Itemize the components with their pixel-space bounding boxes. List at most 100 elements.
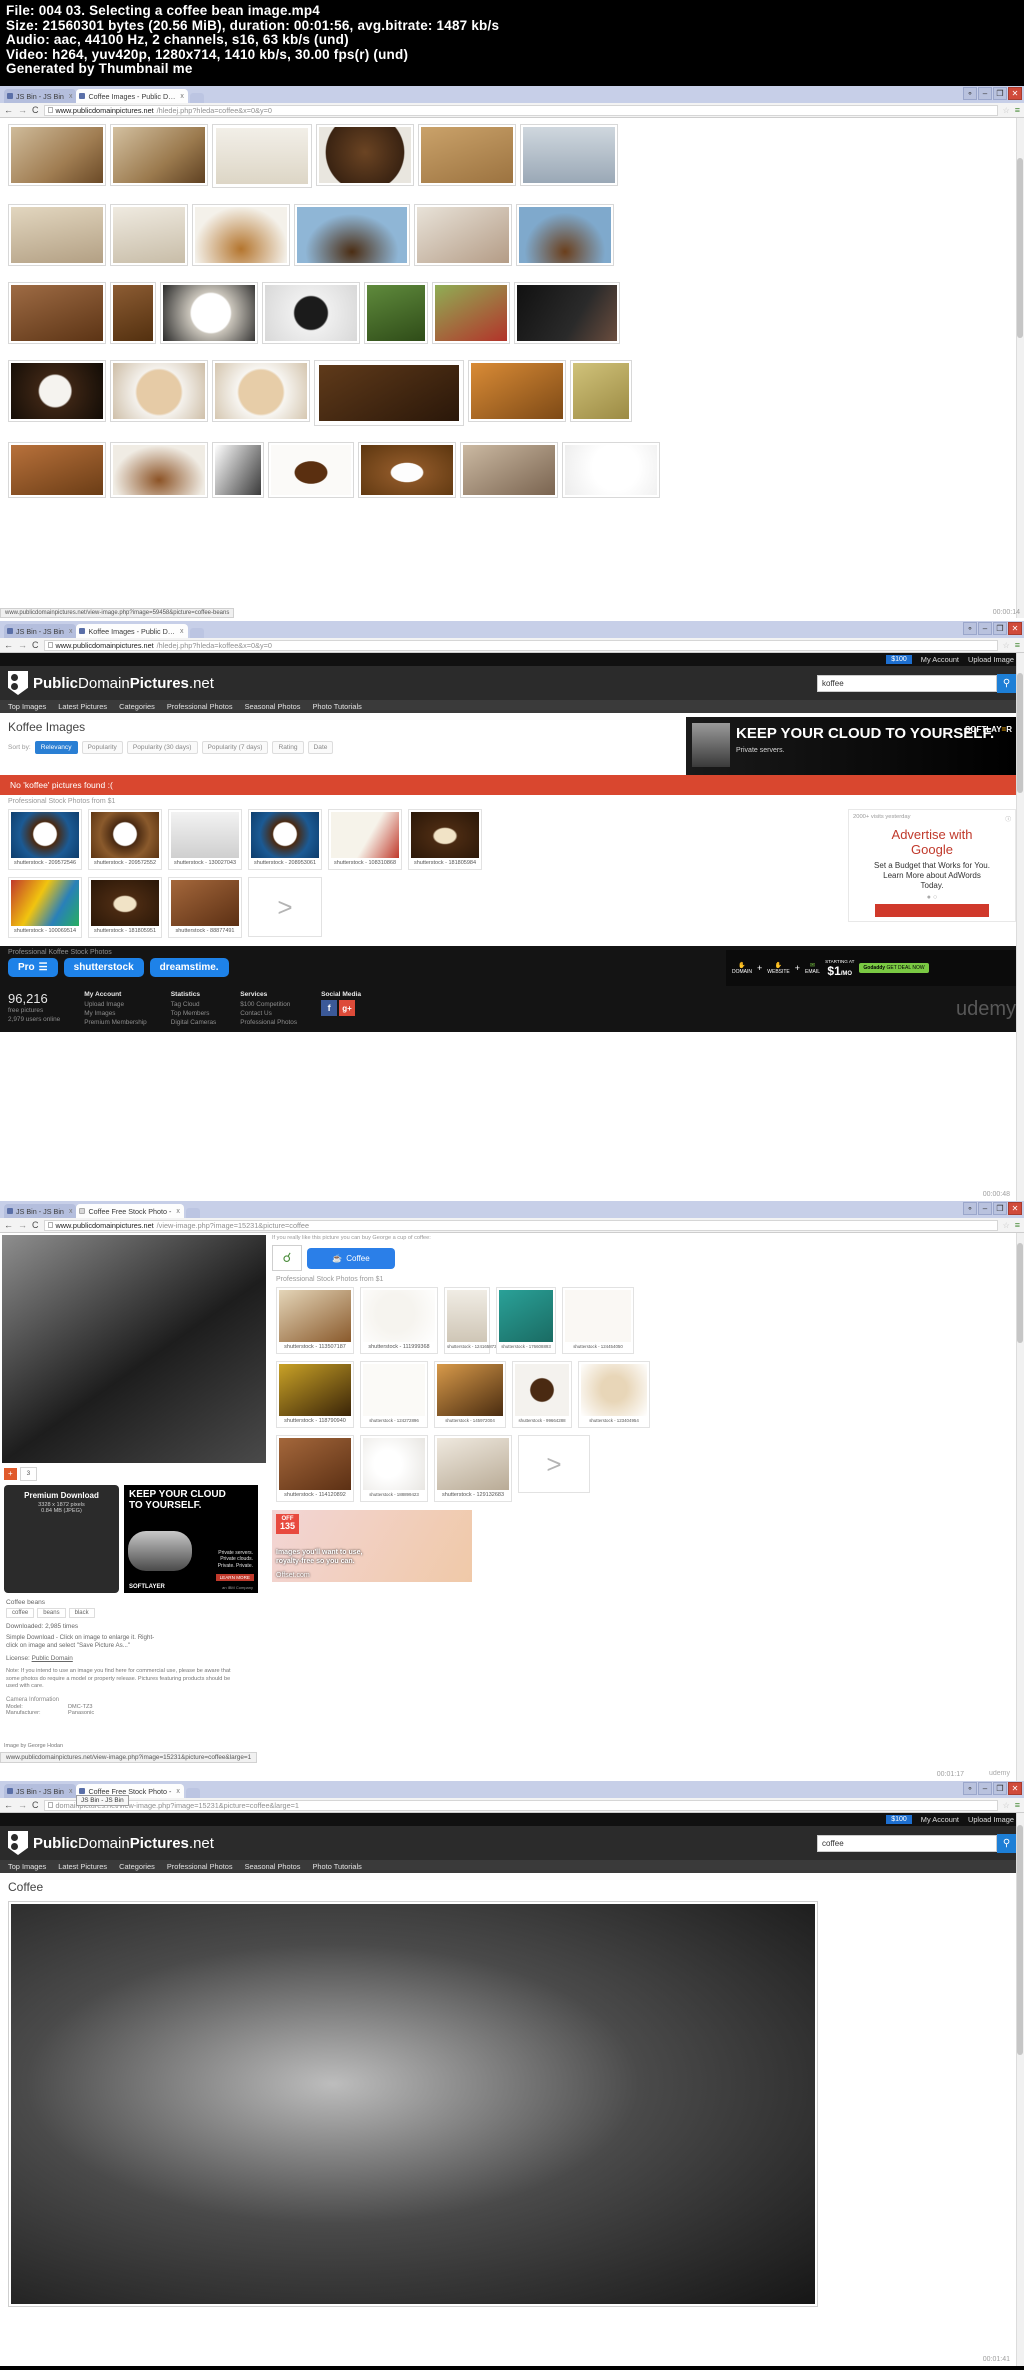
stock-thumb[interactable]: shutterstock - 130027043 [168, 809, 242, 870]
image-thumb[interactable] [212, 442, 264, 498]
menu-icon[interactable]: ≡ [1015, 640, 1020, 650]
close-icon[interactable]: x [176, 1788, 180, 1795]
user-icon[interactable]: ⚬ [963, 1202, 977, 1215]
tab-jsbin[interactable]: JS Bin - JS Bin x [4, 89, 77, 103]
image-thumb[interactable] [110, 442, 208, 498]
stock-thumb[interactable]: shutterstock - 124272896 [360, 1361, 428, 1428]
image-thumb[interactable] [110, 282, 156, 344]
image-thumb[interactable] [110, 204, 188, 266]
close-icon[interactable]: x [69, 93, 73, 100]
google-ad[interactable]: 2000+ visits yesterday ⓘ Advertise with Go… [844, 807, 1024, 940]
col-item[interactable]: Contact Us [240, 1009, 297, 1018]
image-thumb[interactable] [8, 204, 106, 266]
softlayer-ad-banner[interactable]: KEEP YOUR CLOUD TO YOURSELF. Private ser… [686, 717, 1016, 775]
stock-thumb[interactable]: shutterstock - 124454050 [562, 1287, 634, 1354]
new-tab-button[interactable] [185, 1208, 200, 1218]
new-tab-button[interactable] [185, 1788, 200, 1798]
search-button[interactable]: ⚲ [997, 673, 1016, 693]
forward-icon[interactable]: → [18, 1220, 27, 1230]
image-thumb[interactable] [570, 360, 632, 422]
image-thumb[interactable] [520, 124, 618, 186]
close-icon[interactable]: x [69, 628, 73, 635]
price-badge[interactable]: $100 [886, 1815, 912, 1824]
reload-icon[interactable]: C [32, 1800, 39, 1810]
close-icon[interactable]: x [69, 1788, 73, 1795]
image-thumb[interactable] [262, 282, 360, 344]
tag-black[interactable]: black [68, 1608, 95, 1618]
stock-thumb[interactable]: shutterstock - 209572546 [8, 809, 82, 870]
close-window-button[interactable]: ✕ [1008, 87, 1022, 100]
google-plus-icon[interactable]: g+ [339, 1000, 356, 1016]
minimize-button[interactable]: – [978, 1782, 992, 1795]
nav-categories[interactable]: Categories [119, 1862, 155, 1871]
plus-share-icon[interactable]: + [4, 1468, 17, 1480]
scrollbar-track[interactable] [1016, 1813, 1024, 2366]
maximize-button[interactable]: ❐ [993, 87, 1007, 100]
facebook-icon[interactable]: f [321, 1000, 338, 1016]
reload-icon[interactable]: C [32, 640, 39, 650]
upload-image-link[interactable]: Upload Image [968, 655, 1014, 664]
offset-ad[interactable]: OFF 135 Images you'll want to use, royalty… [272, 1510, 472, 1582]
image-thumb[interactable] [8, 282, 106, 344]
close-icon[interactable]: x [180, 93, 184, 100]
stock-thumb[interactable]: shutterstock - 181805984 [408, 809, 482, 870]
godaddy-cta[interactable]: Godaddy GET DEAL NOW [859, 963, 929, 973]
filter-popularity-7[interactable]: Popularity (7 days) [201, 741, 269, 754]
col-item[interactable]: Premium Membership [84, 1018, 147, 1027]
image-thumb[interactable] [514, 282, 620, 344]
ad-cta-button[interactable] [875, 904, 989, 917]
forward-icon[interactable]: → [18, 1800, 27, 1810]
stock-thumb[interactable]: shutterstock - 176608893 [496, 1287, 556, 1354]
bookmark-star-icon[interactable]: ☆ [1003, 106, 1010, 115]
site-logo[interactable]: PublicDomainPictures.net [8, 671, 214, 695]
filter-rating[interactable]: Rating [272, 741, 304, 754]
large-image-frame[interactable] [8, 1901, 818, 2307]
filter-popularity[interactable]: Popularity [81, 741, 123, 754]
my-account-link[interactable]: My Account [921, 655, 959, 664]
scrollbar-thumb[interactable] [1017, 158, 1023, 338]
nav-top-images[interactable]: Top Images [8, 702, 46, 711]
filter-date[interactable]: Date [307, 741, 334, 754]
minimize-button[interactable]: – [978, 1202, 992, 1215]
menu-icon[interactable]: ≡ [1015, 105, 1020, 115]
stock-thumb[interactable]: shutterstock - 88877491 [168, 877, 242, 938]
stock-thumb[interactable]: shutterstock - 181805951 [88, 877, 162, 938]
close-icon[interactable]: x [180, 628, 184, 635]
next-page-button[interactable]: > [518, 1435, 590, 1493]
url-input[interactable]: domainpictures.net/view-image.php?image=… [43, 1799, 998, 1811]
stock-thumb[interactable]: shutterstock - 124165873 [444, 1287, 497, 1354]
nav-categories[interactable]: Categories [119, 702, 155, 711]
menu-icon[interactable]: ≡ [1015, 1800, 1020, 1810]
maximize-button[interactable]: ❐ [993, 1782, 1007, 1795]
tab-coffee-free-stock-photo[interactable]: Coffee Free Stock Photo - x [76, 1204, 184, 1218]
tab-jsbin[interactable]: JS Bin - JS Bin x [4, 1784, 77, 1798]
bookmark-star-icon[interactable]: ☆ [1003, 641, 1010, 650]
user-icon[interactable]: ⚬ [963, 1782, 977, 1795]
back-icon[interactable]: ← [4, 1220, 13, 1230]
filter-popularity-30[interactable]: Popularity (30 days) [126, 741, 198, 754]
col-item[interactable]: Digital Cameras [171, 1018, 216, 1027]
image-thumb[interactable] [212, 124, 312, 188]
stock-thumb[interactable]: shutterstock - 100069514 [8, 877, 82, 938]
image-thumb[interactable] [358, 442, 456, 498]
image-thumb[interactable] [160, 282, 258, 344]
tab-coffee-images[interactable]: Coffee Images - Public D… x [76, 89, 188, 103]
image-thumb[interactable] [8, 360, 106, 422]
nav-seasonal-photos[interactable]: Seasonal Photos [245, 702, 301, 711]
scrollbar-track[interactable] [1016, 118, 1024, 618]
nav-photo-tutorials[interactable]: Photo Tutorials [312, 1862, 361, 1871]
search-input[interactable] [817, 1834, 997, 1852]
stock-thumb[interactable]: shutterstock - 129132683 [434, 1435, 512, 1502]
image-thumb[interactable] [212, 360, 310, 422]
url-input[interactable]: www.publicdomainpictures.net/view-image.… [43, 1219, 998, 1231]
buy-coffee-button[interactable]: ☕ Coffee [307, 1247, 395, 1269]
stock-thumb[interactable]: shutterstock - 114120892 [276, 1435, 354, 1502]
col-item[interactable]: My Images [84, 1009, 147, 1018]
tab-jsbin[interactable]: JS Bin - JS Bin x [4, 1204, 77, 1218]
back-icon[interactable]: ← [4, 640, 13, 650]
image-thumb[interactable] [516, 204, 614, 266]
price-badge[interactable]: $100 [886, 655, 912, 664]
ad-cta-button[interactable]: LEARN MORE [215, 1574, 254, 1581]
col-item[interactable]: Upload Image [84, 1000, 147, 1009]
stock-thumb[interactable]: shutterstock - 108310868 [328, 809, 402, 870]
